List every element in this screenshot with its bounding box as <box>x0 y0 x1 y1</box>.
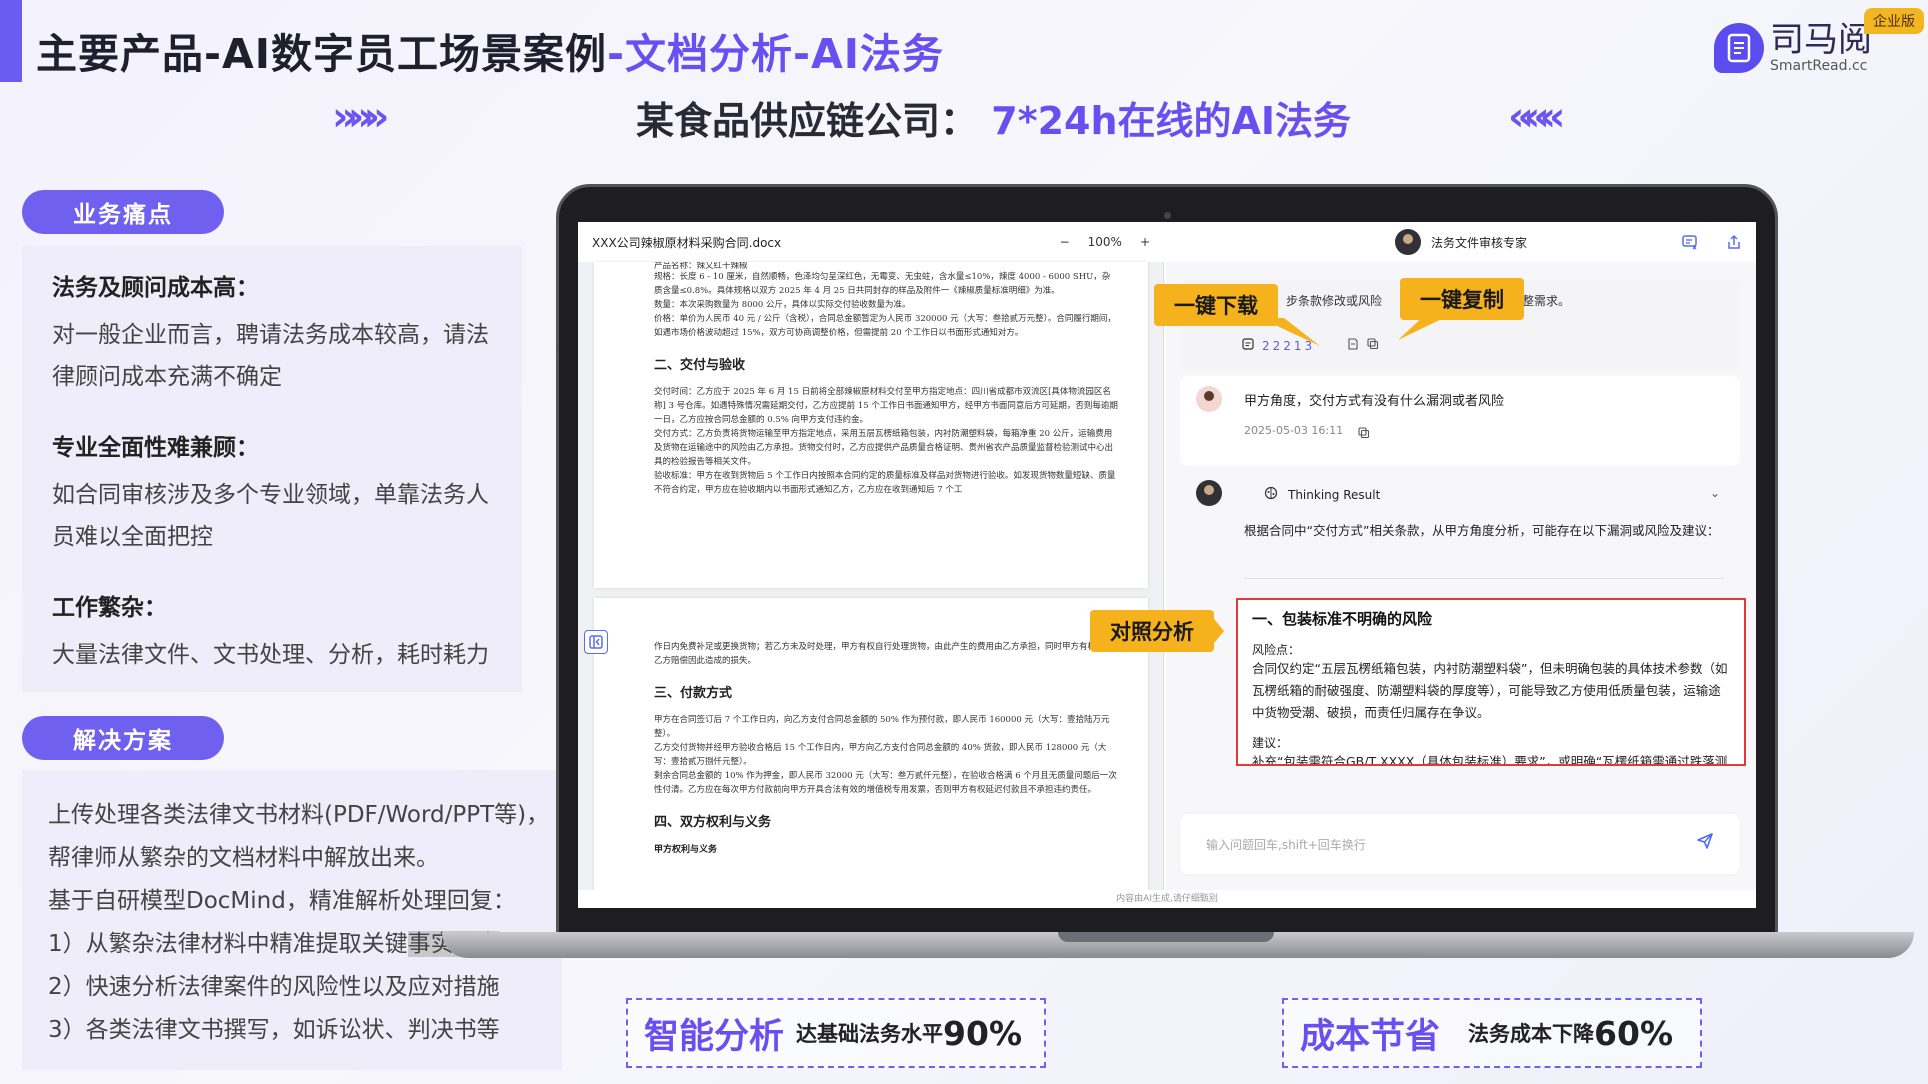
solution-line: 2）快速分析法律案件的风险性以及应对措施 <box>48 974 500 1000</box>
thinking-toggle[interactable]: Thinking Result <box>1264 486 1380 503</box>
zoom-out-button[interactable]: − <box>1060 235 1070 249</box>
expert-name: 法务文件审核专家 <box>1430 235 1527 250</box>
doc-subheading: 甲方权利与义务 <box>654 845 718 855</box>
callout-pointer <box>1210 614 1224 648</box>
doc-paragraph: 数量：本次采购数量为 8000 公斤，具体以实际交付验收数量为准。 <box>654 300 911 310</box>
solution-line: 3）各类法律文书撰写，如诉讼状、判决书等 <box>48 1017 500 1043</box>
doc-paragraph: 甲方在合同签订后 7 个工作日内，向乙方支付合同总金额的 50% 作为预付款，即… <box>654 715 1110 739</box>
logo-cn-text: 司马阅 <box>1770 20 1872 60</box>
chat-input-placeholder: 输入问题回车,shift+回车换行 <box>1206 838 1366 852</box>
solution-label: 解决方案 <box>22 716 224 760</box>
pain-item: 专业全面性难兼顾： 如合同审核涉及多个专业领域，单靠法务人员难以全面把控 <box>52 428 492 558</box>
chat-header: 法务文件审核专家 <box>1166 222 1756 262</box>
pain-points-label: 业务痛点 <box>22 190 224 234</box>
assistant-reply-card: Thinking Result ⌄ 根据合同中“交付方式”相关条款，从甲方角度分… <box>1180 472 1746 862</box>
thinking-label: Thinking Result <box>1288 487 1381 502</box>
message-text: 步条款修改或风险 <box>1286 294 1383 308</box>
risk-label: 风险点： <box>1252 643 1301 657</box>
camera-icon <box>1164 212 1171 219</box>
pain-points-panel: 法务及顾问成本高： 对一般企业而言，聘请法务成本较高，请法律顾问成本充满不确定 … <box>22 246 522 692</box>
doc-paragraph: 剩余合同总金额的 10% 作为押金，即人民币 32000 元（大写：叁万贰仟元整… <box>654 771 1117 795</box>
brand-logo: 司马阅 SmartRead.cc <box>1714 22 1872 74</box>
zoom-level: 100% <box>1087 235 1122 249</box>
download-icon[interactable] <box>1347 338 1359 353</box>
risk-highlight-box: 一、包装标准不明确的风险 风险点： 合同仅约定“五层瓦楞纸箱包装，内衬防潮塑料袋… <box>1236 598 1746 766</box>
arrows-right-icon: »»» <box>332 94 389 140</box>
doc-heading: 二、交付与验收 <box>654 358 746 373</box>
user-message-card: 甲方角度，交付方式有没有什么漏洞或者风险 2025-05-03 16:11 <box>1180 376 1740 466</box>
document-page: 作日内免费补足或更换货物；若乙方未及时处理，甲方有权自行处理货物，由此产生的费用… <box>594 598 1148 908</box>
logo-en-text: SmartRead.cc <box>1770 58 1868 74</box>
doc-paragraph: 规格：长度 6 - 10 厘米，自然顺畅，色泽均匀呈深红色，无霉变、无虫蛀，含水… <box>654 272 1111 296</box>
compare-callout: 对照分析 <box>1090 610 1214 652</box>
title-accent-bar <box>0 0 22 82</box>
doc-paragraph: 乙方交付货物并经甲方验收合格后 15 个工作日内，甲方向乙方支付合同总金额的 4… <box>654 743 1107 767</box>
doc-paragraph: 交付方式：乙方负责将货物运输至甲方指定地点，采用五层瓦楞纸箱包装，内衬防潮塑料袋… <box>654 429 1114 467</box>
copy-icon[interactable] <box>1367 338 1379 353</box>
send-icon[interactable] <box>1696 832 1714 854</box>
document-icon <box>1714 23 1764 73</box>
doc-paragraph: 价格：单价为人民币 40 元 / 公斤（含税），合同总金额暂定为人民币 3200… <box>654 314 1116 338</box>
case-subtitle: 某食品供应链公司： 7*24h在线的AI法务 <box>636 99 1352 143</box>
pain-item: 法务及顾问成本高： 对一般企业而言，聘请法务成本较高，请法律顾问成本充满不确定 <box>52 268 492 398</box>
ai-disclaimer: 内容由AI生成,请仔细甄别 <box>578 890 1756 908</box>
solution-line: 上传处理各类法律文书材料(PDF/Word/PPT等)， <box>48 802 550 828</box>
risk-title: 一、包装标准不明确的风险 <box>1252 610 1433 628</box>
expert-avatar <box>1394 229 1421 255</box>
doc-heading: 四、双方权利与义务 <box>654 815 772 830</box>
stat-intelligent-analysis: 智能分析 达基础法务水平 90% <box>626 998 1046 1068</box>
new-chat-icon[interactable] <box>1682 234 1698 253</box>
sidebar-toggle-icon[interactable] <box>584 630 608 654</box>
page-title: 主要产品-AI数字员工场景案例-文档分析-AI法务 <box>36 30 945 78</box>
message-timestamp: 2025-05-03 16:11 <box>1244 424 1344 437</box>
zoom-in-button[interactable]: + <box>1140 235 1150 249</box>
risk-body: 合同仅约定“五层瓦楞纸箱包装，内衬防潮塑料袋”，但未明确包装的具体技术参数（如瓦… <box>1252 661 1728 720</box>
document-toolbar: XXX公司辣椒原材料采购合同.docx − 100% + <box>578 222 1164 262</box>
token-icon <box>1242 338 1254 353</box>
pain-item-body: 如合同审核涉及多个专业领域，单靠法务人员难以全面把控 <box>52 482 489 550</box>
pain-item-head: 专业全面性难兼顾： <box>52 435 259 461</box>
callout-pointer <box>1260 318 1320 346</box>
pain-item-body: 大量法律文件、文书处理、分析，耗时耗力 <box>52 642 489 668</box>
doc-paragraph: 产品名称：辣又红干辣椒 <box>654 262 748 270</box>
chevron-down-icon[interactable]: ⌄ <box>1710 486 1720 500</box>
solution-line: 基于自研模型DocMind，精准解析处理回复： <box>48 888 516 914</box>
doc-paragraph: 作日内免费补足或更换货物；若乙方未及时处理，甲方有权自行处理货物，由此产生的费用… <box>654 642 1114 666</box>
enterprise-badge: 企业版 <box>1864 8 1924 34</box>
user-question: 甲方角度，交付方式有没有什么漏洞或者风险 <box>1244 394 1505 409</box>
arrows-left-icon: ««« <box>1508 94 1565 140</box>
callout-pointer <box>1398 314 1452 340</box>
reply-intro: 根据合同中“交付方式”相关条款，从甲方角度分析，可能存在以下漏洞或风险及建议： <box>1244 523 1720 538</box>
message-text: 整需求。 <box>1522 294 1571 308</box>
expert-avatar <box>1196 480 1222 506</box>
laptop-notch <box>1058 932 1274 942</box>
document-pane: XXX公司辣椒原材料采购合同.docx − 100% + 产品名称：辣又红干辣椒… <box>578 222 1164 908</box>
pain-item-head: 法务及顾问成本高： <box>52 275 259 301</box>
pain-item: 工作繁杂： 大量法律文件、文书处理、分析，耗时耗力 <box>52 588 492 676</box>
solution-line: 帮律师从繁杂的文档材料中解放出来。 <box>48 845 439 871</box>
pain-item-head: 工作繁杂： <box>52 595 167 621</box>
document-page: 产品名称：辣又红干辣椒 规格：长度 6 - 10 厘米，自然顺畅，色泽均匀呈深红… <box>594 262 1148 588</box>
user-avatar <box>1196 386 1222 412</box>
stat-cost-saving: 成本节省 法务成本下降 60% <box>1282 998 1702 1068</box>
doc-paragraph: 交付时间：乙方应于 2025 年 6 月 15 日前将全部辣椒原材料交付至甲方指… <box>654 387 1118 425</box>
doc-paragraph: 验收标准：甲方在收到货物后 5 个工作日内按照本合同约定的质量标准及样品对货物进… <box>654 471 1116 495</box>
document-filename: XXX公司辣椒原材料采购合同.docx <box>592 235 782 250</box>
advice-label: 建议： <box>1252 736 1289 750</box>
pain-item-body: 对一般企业而言，聘请法务成本较高，请法律顾问成本充满不确定 <box>52 322 489 390</box>
copy-icon[interactable] <box>1358 424 1370 443</box>
divider <box>1244 578 1724 579</box>
chat-input[interactable]: 输入问题回车,shift+回车换行 <box>1180 814 1740 874</box>
brain-icon <box>1264 486 1278 503</box>
share-icon[interactable] <box>1726 234 1742 253</box>
advice-body: 补充“包装需符合GB/T XXXX（具体包装标准）要求”，或明确“瓦楞纸箱需通过… <box>1252 754 1728 766</box>
solution-panel: 上传处理各类法律文书材料(PDF/Word/PPT等)， 帮律师从繁杂的文档材料… <box>22 770 562 1070</box>
doc-heading: 三、付款方式 <box>654 686 733 701</box>
